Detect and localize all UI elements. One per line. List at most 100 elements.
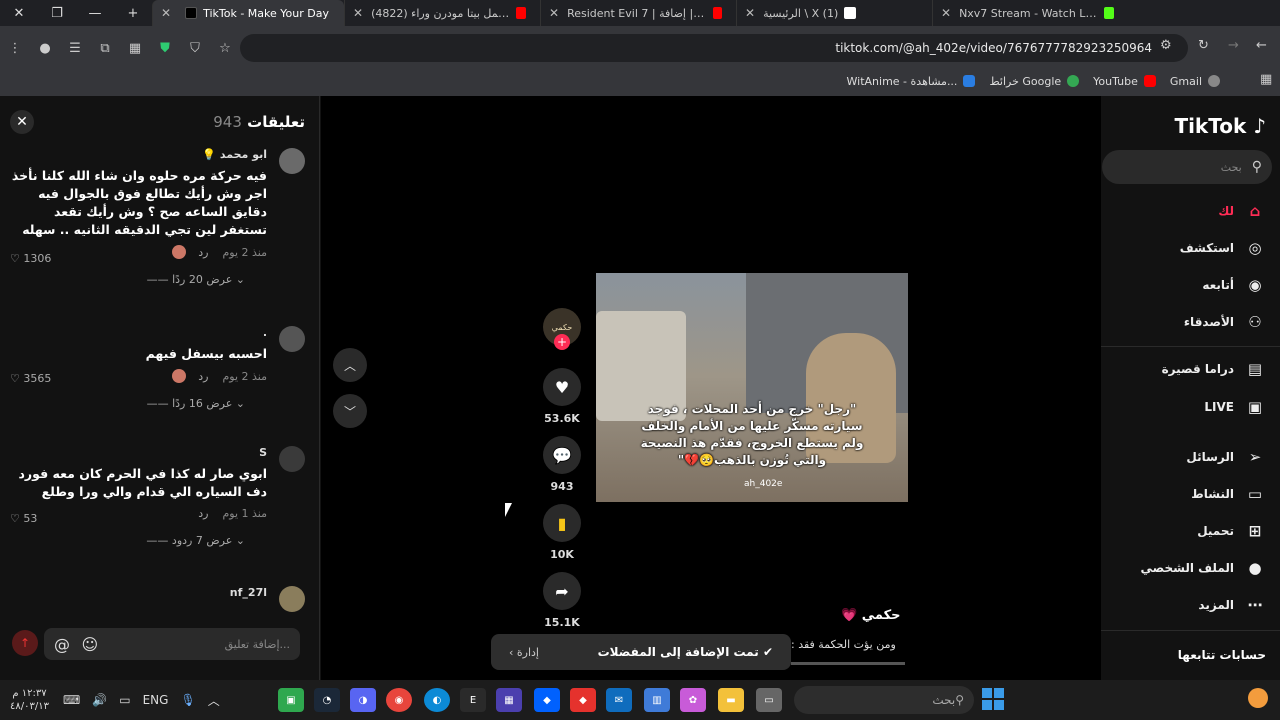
comment-icon[interactable]: 💬 (543, 436, 581, 474)
search-input[interactable]: ⚲ بحث (1102, 150, 1272, 184)
close-tab-icon[interactable]: ✕ (161, 6, 171, 20)
sidebar-item-upload[interactable]: ⊞ تحميل (1197, 522, 1266, 540)
tab-x[interactable]: ✕ الرئيسية \ X (1) (736, 0, 932, 26)
close-tab-icon[interactable]: ✕ (941, 6, 951, 20)
sidebar-item-more[interactable]: ⋯ المزيد (1198, 596, 1266, 614)
tab-tiktok[interactable]: ✕ TikTok - Make Your Day (152, 0, 344, 26)
shield-icon[interactable]: ⛊ (150, 41, 180, 56)
mail-icon[interactable]: ✉ (606, 688, 632, 712)
sidebar-item-explore[interactable]: ◎ استكشف (1180, 239, 1266, 257)
close-tab-icon[interactable]: ✕ (549, 6, 559, 20)
next-video-button[interactable]: ﹀ (333, 394, 367, 428)
close-window-icon[interactable]: ✕ (0, 0, 38, 26)
bookmark-icon[interactable]: ▮ (543, 504, 581, 542)
extension-icon[interactable]: ▦ (120, 41, 150, 56)
start-button[interactable] (982, 688, 1004, 710)
video-author-name[interactable]: حكمي 💗 (841, 608, 901, 623)
extension-icon[interactable]: ● (30, 41, 60, 56)
sidebar-item-live[interactable]: ▣ LIVE (1204, 398, 1266, 416)
extensions-puzzle-icon[interactable]: ⧉ (90, 41, 120, 56)
site-settings-icon[interactable]: ⚙ (1160, 38, 1172, 53)
chrome-icon[interactable]: ◉ (386, 688, 412, 712)
post-comment-button[interactable]: ↑ (12, 630, 38, 656)
sidebar-item-following[interactable]: ◉ أتابعه (1202, 276, 1266, 294)
store-icon[interactable]: ▥ (644, 688, 670, 712)
address-bar[interactable]: tiktok.com/@ah_402e/video/76767777829232… (240, 34, 1188, 62)
video-progress[interactable] (791, 662, 905, 665)
reply-button[interactable]: رد (198, 507, 208, 520)
like-action[interactable]: ♥ 53.6K (541, 368, 583, 425)
video-player[interactable]: "رجل" خرج من أحد المحلات ، فوجد سيارته م… (596, 273, 908, 502)
avatar[interactable] (279, 446, 305, 472)
sidebar-item-for-you[interactable]: ⌂ لك (1218, 202, 1266, 220)
comment-like-button[interactable]: 3565 ♡ (10, 372, 51, 385)
comment-action[interactable]: 💬 943 (541, 436, 583, 493)
notification-icon[interactable] (1248, 688, 1268, 708)
heart-icon[interactable]: ♥ (543, 368, 581, 406)
mention-icon[interactable]: @ (54, 635, 70, 654)
tiktok-logo[interactable]: ♪ TikTok (1174, 114, 1266, 138)
close-comments-button[interactable]: ✕ (10, 110, 34, 134)
bookmark-witanime[interactable]: WitAnime - مشاهدة... (847, 75, 976, 88)
menu-dots-icon[interactable]: ⋮ (0, 41, 30, 56)
avatar[interactable] (279, 326, 305, 352)
minimize-window-icon[interactable]: — (76, 0, 114, 26)
tab-kick[interactable]: ✕ Nxv7 Stream - Watch Live on Ki (932, 0, 1128, 26)
comment-username[interactable]: S (8, 446, 267, 459)
follow-button[interactable]: + (554, 334, 570, 350)
clock[interactable]: ١٢:٣٧ م ٤٨/٠٣/١٣ (10, 687, 49, 713)
app-icon[interactable]: ◆ (570, 688, 596, 712)
bookmark-star-icon[interactable]: ☆ (210, 41, 240, 56)
shield-icon[interactable]: ⛉ (180, 41, 210, 56)
volume-icon[interactable]: 🔊 (92, 693, 107, 707)
edge-icon[interactable]: ◐ (424, 688, 450, 712)
reload-icon[interactable]: ↻ (1198, 38, 1209, 53)
discord-icon[interactable]: ◑ (350, 688, 376, 712)
comment-username[interactable]: ابو محمد 💡 (8, 148, 267, 161)
view-replies-button[interactable]: ⌄ عرض 20 ردًا —— (8, 273, 245, 286)
search-icon[interactable]: ⚲ (1252, 159, 1262, 175)
view-replies-button[interactable]: ⌄ عرض 16 ردًا —— (8, 397, 245, 410)
tray-overflow-icon[interactable]: ︿ (208, 692, 220, 709)
comment-input[interactable]: @ ☺ إضافة تعليق... (44, 628, 300, 660)
reply-button[interactable]: رد (198, 370, 208, 383)
comment-like-button[interactable]: 1306 ♡ (10, 252, 51, 265)
dropbox-icon[interactable]: ◆ (534, 688, 560, 712)
all-bookmarks-icon[interactable]: ▦ (1260, 72, 1272, 87)
sidebar-item-activity[interactable]: ▭ النشاط (1191, 485, 1266, 503)
taskbar-search[interactable]: ⚲ بحث (794, 686, 974, 714)
tab-search-icon[interactable]: ☰ (60, 41, 90, 56)
sidebar-item-profile[interactable]: ● الملف الشخصي (1141, 559, 1266, 577)
language-indicator[interactable]: ENG (143, 693, 169, 707)
share-icon[interactable]: ➦ (543, 572, 581, 610)
avatar[interactable] (279, 586, 305, 612)
bookmark-gmail[interactable]: Gmail (1170, 75, 1220, 88)
avatar[interactable] (279, 148, 305, 174)
steam-icon[interactable]: ◔ (314, 688, 340, 712)
epic-games-icon[interactable]: E (460, 688, 486, 712)
bookmark-youtube[interactable]: YouTube (1093, 75, 1156, 88)
display-icon[interactable]: ▭ (119, 693, 130, 707)
forward-icon[interactable]: → (1228, 38, 1239, 53)
network-icon[interactable]: ⌨ (63, 693, 80, 707)
tab-youtube-1[interactable]: ✕ (4822) كيف تحمل بيتا مودرن وراء (344, 0, 540, 26)
sidebar-item-short-drama[interactable]: ▤ دراما قصيرة (1162, 360, 1266, 378)
comment-like-button[interactable]: 53 ♡ (10, 512, 37, 525)
tab-youtube-2[interactable]: ✕ Resident Evil 7 | إضافة | End of Zo (540, 0, 736, 26)
microphone-icon[interactable]: 🎙 (180, 693, 195, 707)
app-icon[interactable]: ▦ (496, 688, 522, 712)
close-tab-icon[interactable]: ✕ (353, 6, 363, 20)
sidebar-item-friends[interactable]: ⚇ الأصدقاء (1184, 313, 1266, 331)
emoji-icon[interactable]: ☺ (82, 635, 99, 654)
new-tab-button[interactable]: + (114, 0, 152, 26)
bookmark-maps[interactable]: خرائط Google (989, 75, 1080, 88)
reply-button[interactable]: رد (198, 246, 208, 259)
toast-manage-button[interactable]: إدارة › (509, 646, 539, 659)
save-action[interactable]: ▮ 10K (541, 504, 583, 561)
previous-video-button[interactable]: ︿ (333, 348, 367, 382)
comment-username[interactable]: nf_27l (8, 586, 267, 599)
copilot-icon[interactable]: ✿ (680, 688, 706, 712)
comment-username[interactable]: . (8, 326, 267, 339)
restore-window-icon[interactable]: ❐ (38, 0, 76, 26)
app-icon[interactable]: ▭ (756, 688, 782, 712)
